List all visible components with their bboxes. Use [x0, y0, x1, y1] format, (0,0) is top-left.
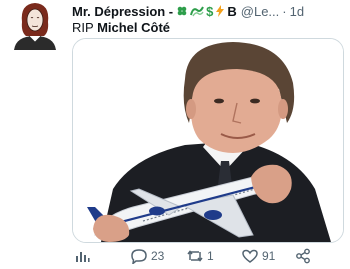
retweet-count: 1: [207, 249, 214, 263]
heart-icon: [242, 249, 258, 263]
reply-button[interactable]: 23: [130, 248, 164, 264]
tweet-header: Mr. Dépression - $ B @Le... · 1d: [72, 2, 350, 20]
view-count-button[interactable]: [74, 248, 90, 264]
retweet-icon: [187, 250, 203, 262]
retweet-button[interactable]: 1: [186, 248, 214, 264]
reply-count: 23: [151, 249, 165, 263]
share-button[interactable]: [295, 248, 311, 264]
analytics-icon: [76, 252, 90, 262]
dollar-icon: $: [206, 3, 214, 19]
wave-icon: [190, 5, 205, 17]
caption-prefix: RIP: [72, 20, 94, 35]
tweet-timestamp[interactable]: 1d: [290, 4, 304, 19]
tweet-action-bar: 23 1 91: [72, 248, 342, 268]
separator-dot: ·: [282, 3, 287, 19]
like-button[interactable]: 91: [241, 248, 275, 264]
share-icon: [296, 248, 310, 264]
tweet-text: RIP Michel Côté: [72, 20, 170, 35]
author-handle[interactable]: @Le...: [241, 4, 280, 19]
lightning-icon: [215, 5, 225, 17]
reply-icon: [131, 249, 147, 264]
bitcoin-icon: B: [227, 3, 237, 19]
caption-name: Michel Côté: [97, 20, 171, 35]
clover-icon: [176, 5, 188, 17]
tweet-media-image[interactable]: [72, 38, 344, 243]
like-count: 91: [262, 249, 276, 263]
author-avatar[interactable]: [12, 0, 58, 50]
author-name[interactable]: Mr. Dépression -: [72, 4, 173, 19]
